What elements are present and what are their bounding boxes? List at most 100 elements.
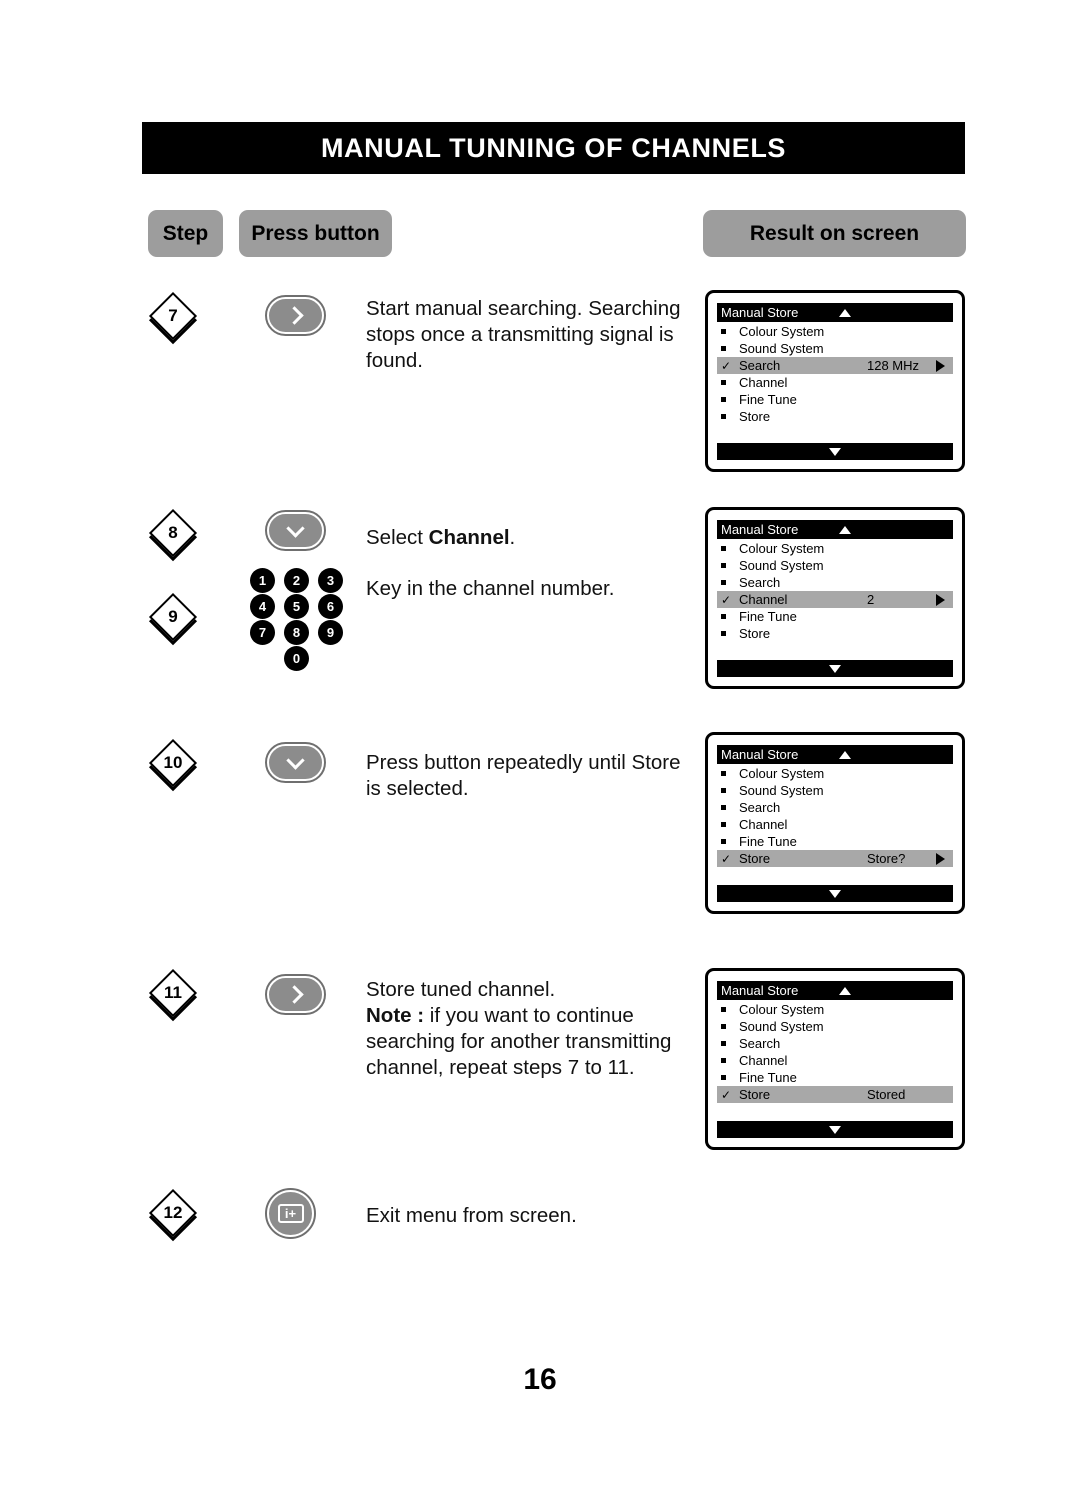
tv-menu-item-label: Colour System [739,1002,825,1017]
bullet-icon [721,414,739,419]
scroll-down-icon [829,1125,841,1134]
keypad-key-5[interactable]: 5 [284,594,309,619]
tv-menu-item[interactable]: Colour System [717,540,953,557]
tv-menu-title-bar: Manual Store [717,981,953,1000]
tv-menu-item-value: 2 [867,592,875,607]
bullet-icon [721,1024,739,1029]
bullet-icon [721,614,739,619]
checkmark-icon: ✓ [721,592,732,607]
step-instruction-10: Press button repeatedly until Store is s… [366,751,681,800]
bullet-icon [721,631,739,636]
chevron-down-icon [286,518,305,538]
tv-menu-item[interactable]: Colour System [717,1001,953,1018]
tv-menu-item[interactable]: Colour System [717,323,953,340]
bullet-icon [721,771,739,776]
tv-menu-item[interactable]: Fine Tune [717,1069,953,1086]
column-header-result-on-screen: Result on screen [703,210,966,257]
step-number-badge-9: 9 [148,592,198,642]
tv-menu-item[interactable]: Fine Tune [717,833,953,850]
bullet-icon [721,546,739,551]
tv-screen-panel-11: Manual Store Colour System Sound System Se… [705,968,965,1150]
remote-button-right[interactable] [265,974,326,1015]
tv-menu-item-label: Fine Tune [739,834,797,849]
tv-menu-item[interactable]: Search [717,1035,953,1052]
tv-menu-item[interactable]: ✓ Store Store? [717,850,953,867]
remote-button-right[interactable] [265,295,326,336]
tv-menu-item-value: Store? [867,851,906,866]
tv-menu-item-label: Search [739,800,781,815]
tv-menu-item[interactable]: ✓ Store Stored [717,1086,953,1103]
tv-menu-item[interactable]: Channel [717,1052,953,1069]
bullet-icon [721,397,739,402]
tv-menu-item[interactable]: Sound System [717,1018,953,1035]
remote-button-info[interactable]: i+ [265,1188,316,1239]
column-header-press-button: Press button [239,210,392,257]
tv-menu-item-label: Sound System [739,558,824,573]
step-number-text: 8 [168,523,178,542]
tv-menu-item-label: Fine Tune [739,392,797,407]
tv-menu-item-label: Channel [739,375,788,390]
bullet-icon [721,1058,739,1063]
tv-menu-item-value: 128 MHz [867,358,920,373]
keypad-key-1[interactable]: 1 [250,568,275,593]
step-number-badge-10: 10 [148,738,198,788]
tv-menu-item-label: Store [739,1087,771,1102]
tv-menu-spacer [717,642,953,660]
remote-button-down[interactable] [265,742,326,783]
bullet-icon [721,839,739,844]
keypad-key-4[interactable]: 4 [250,594,275,619]
numeric-keypad[interactable]: 123 456 7890 [250,568,352,672]
arrow-right-icon [936,593,945,606]
tv-menu-title-bar: Manual Store [717,745,953,764]
bullet-icon [721,563,739,568]
tv-menu-item-label: Colour System [739,541,825,556]
tv-menu-item[interactable]: Store [717,625,953,642]
remote-button-down[interactable] [265,510,326,551]
tv-menu-item[interactable]: Sound System [717,782,953,799]
tv-menu-item[interactable]: Channel [717,816,953,833]
keypad-key-6[interactable]: 6 [318,594,343,619]
keypad-key-8[interactable]: 8 [284,620,309,645]
step-number-text: 11 [164,983,182,1002]
step-instruction-12: Exit menu from screen. [366,1204,577,1227]
tv-menu-item[interactable]: Fine Tune [717,608,953,625]
keypad-key-2[interactable]: 2 [284,568,309,593]
tv-menu-item[interactable]: Search [717,574,953,591]
tv-menu-item[interactable]: ✓ Channel 2 [717,591,953,608]
tv-menu-item[interactable]: Sound System [717,557,953,574]
tv-menu-item-label: Colour System [739,766,825,781]
scroll-up-icon [839,750,851,759]
bullet-icon [721,380,739,385]
tv-menu-item-label: Sound System [739,1019,824,1034]
tv-menu-footer-bar [717,660,953,677]
keypad-key-3[interactable]: 3 [318,568,343,593]
tv-menu-item[interactable]: ✓ Search 128 MHz [717,357,953,374]
tv-menu-item-label: Channel [739,1053,788,1068]
chevron-right-icon [284,306,304,325]
keypad-key-9[interactable]: 9 [318,620,343,645]
tv-screen-panel-10: Manual Store Colour System Sound System Se… [705,732,965,914]
tv-menu-item[interactable]: Search [717,799,953,816]
checkmark-icon: ✓ [721,358,732,373]
bullet-icon [721,1041,739,1046]
tv-menu-item[interactable]: Colour System [717,765,953,782]
column-header-step: Step [148,210,223,257]
scroll-up-icon [839,308,851,317]
tv-menu-item[interactable]: Sound System [717,340,953,357]
keypad-key-0[interactable]: 0 [284,646,309,671]
step-instruction-7: Start manual searching. Searching stops … [366,297,681,372]
tv-menu-item-label: Fine Tune [739,1070,797,1085]
scroll-up-icon [839,986,851,995]
tv-menu-footer-bar [717,1121,953,1138]
keypad-key-7[interactable]: 7 [250,620,275,645]
page-title: MANUAL TUNNING OF CHANNELS [320,132,787,163]
chevron-right-icon [284,985,304,1004]
bullet-icon [721,822,739,827]
tv-menu-item[interactable]: Store [717,408,953,425]
tv-menu-item[interactable]: Channel [717,374,953,391]
step-number-text: 9 [168,607,178,626]
tv-menu-item[interactable]: Fine Tune [717,391,953,408]
tv-menu-list: Colour System Sound System Search ✓ Channel 2… [717,540,953,642]
step-instruction-11: Store tuned channel. Note : if you want t… [366,978,672,1079]
scroll-up-icon [839,525,851,534]
